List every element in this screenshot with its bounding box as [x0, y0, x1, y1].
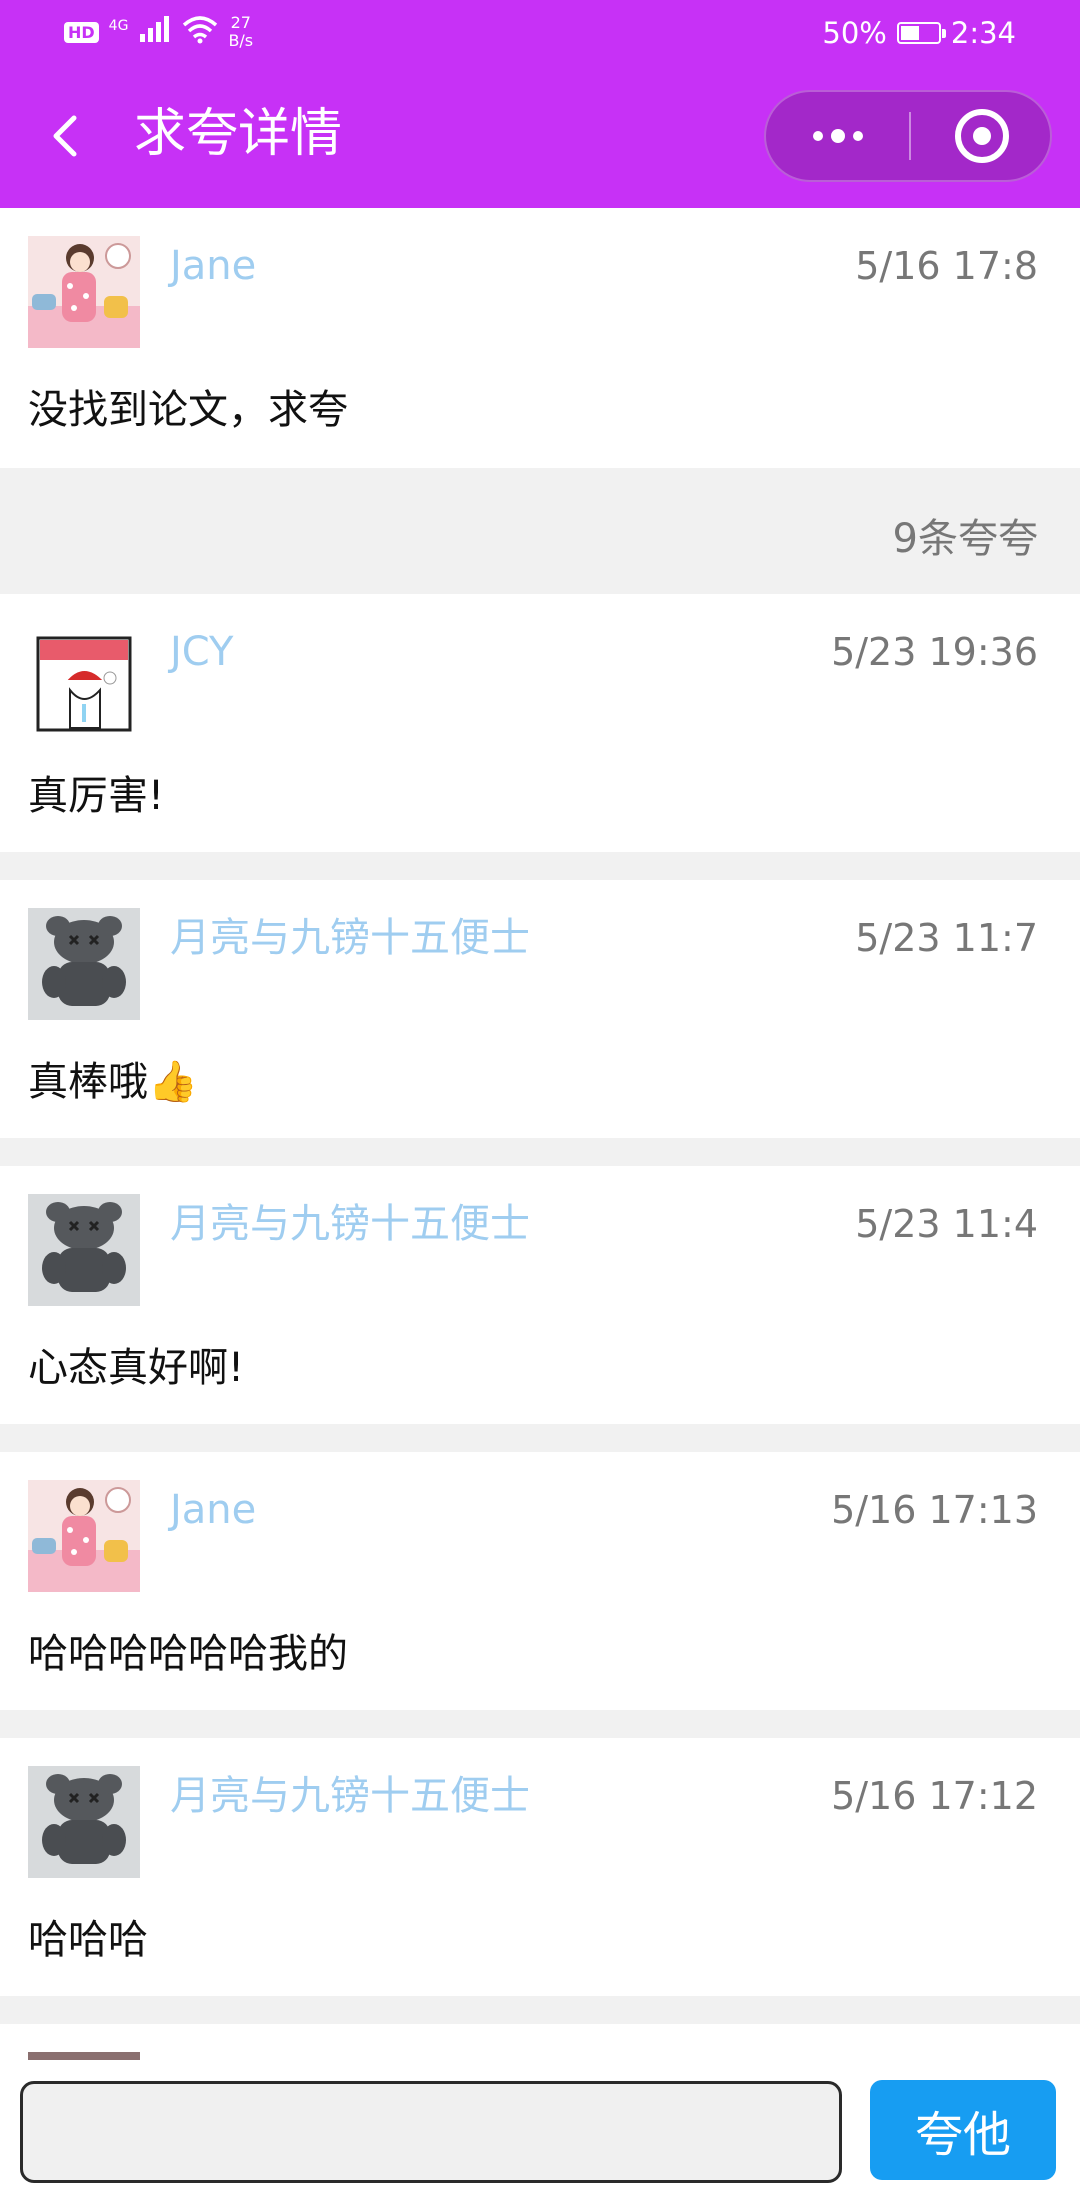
reply-author[interactable]: 月亮与九镑十五便士 [170, 1200, 530, 1248]
mini-program-capsule [764, 90, 1052, 182]
status-right: 50% 2:34 [822, 16, 1016, 50]
send-compliment-button[interactable]: 夸他 [870, 2080, 1056, 2180]
avatar [28, 2052, 140, 2060]
reply-time: 5/23 11:7 [855, 916, 1038, 960]
target-close-icon[interactable] [910, 92, 1054, 180]
avatar [28, 236, 140, 348]
reply-author[interactable]: JCY [170, 628, 233, 676]
reply-time: 5/16 17:13 [831, 1488, 1038, 1532]
original-post: Jane 5/16 17:8 没找到论文，求夸 [0, 208, 1080, 468]
composer-bar: 夸他 [0, 2060, 1080, 2204]
sad-santa-avatar [28, 632, 140, 744]
girl-pajama-avatar [28, 236, 140, 348]
wifi-icon [183, 16, 218, 44]
chevron-left-icon[interactable] [36, 104, 96, 168]
avatar [28, 1480, 140, 1592]
signal-icon [140, 16, 170, 42]
reply-card: 月亮与九镑十五便士 5/23 11:7 真棒哦👍 [0, 880, 1080, 1138]
more-dots-icon[interactable] [766, 92, 910, 180]
battery-percent: 50% [822, 16, 887, 50]
reply-content: 哈哈哈 [28, 1917, 148, 1963]
reply-card: 月亮与九镑十五便士 5/23 11:4 心态真好啊! [0, 1166, 1080, 1424]
status-left: HD 4G 27 B/s [64, 14, 253, 50]
reply-count: 9条夸夸 [892, 516, 1038, 562]
post-author[interactable]: Jane [170, 242, 256, 290]
speed-value: 27 [230, 13, 251, 32]
clock: 2:34 [950, 16, 1016, 50]
avatar [28, 908, 140, 1020]
reply-card: Jane 5/16 17:13 哈哈哈哈哈哈我的 [0, 1452, 1080, 1710]
girl-pajama-avatar [28, 1480, 140, 1592]
reply-content: 哈哈哈哈哈哈我的 [28, 1631, 348, 1677]
avatar [28, 1194, 140, 1306]
reply-content: 真棒哦👍 [28, 1059, 198, 1105]
navigation-bar: 求夸详情 [0, 90, 1080, 186]
battery-icon [896, 22, 946, 44]
reply-content: 心态真好啊! [28, 1345, 245, 1391]
post-content: 没找到论文，求夸 [28, 387, 348, 433]
hd-badge: HD [64, 22, 99, 43]
page-title: 求夸详情 [134, 104, 343, 164]
reply-content: 真厉害! [28, 773, 165, 819]
status-bar: HD 4G 27 B/s 50% 2:34 [0, 0, 1080, 70]
compliment-input[interactable] [20, 2081, 842, 2183]
kaws-figure-avatar [28, 1766, 140, 1878]
reply-time: 5/16 17:12 [831, 1774, 1038, 1818]
top-bar: HD 4G 27 B/s 50% 2:34 求夸详情 [0, 0, 1080, 208]
avatar [28, 1766, 140, 1878]
kaws-figure-avatar [28, 908, 140, 1020]
reply-card: 月亮与九镑十五便士 5/16 17:12 哈哈哈 [0, 1738, 1080, 1996]
kaws-figure-avatar [28, 1194, 140, 1306]
speed-unit: B/s [228, 31, 254, 50]
reply-card-partial [0, 2024, 1080, 2060]
network-label: 4G [108, 18, 129, 34]
reply-author[interactable]: 月亮与九镑十五便士 [170, 1772, 530, 1820]
reply-time: 5/23 19:36 [831, 630, 1038, 674]
reply-card: JCY 5/23 19:36 真厉害! [0, 594, 1080, 852]
reply-count-bar: 9条夸夸 [0, 468, 1080, 594]
post-time: 5/16 17:8 [855, 244, 1038, 288]
network-speed: 27 B/s [228, 14, 253, 50]
reply-author[interactable]: Jane [170, 1486, 256, 1534]
reply-time: 5/23 11:4 [855, 1202, 1038, 1246]
avatar [28, 632, 140, 744]
reply-author[interactable]: 月亮与九镑十五便士 [170, 914, 530, 962]
